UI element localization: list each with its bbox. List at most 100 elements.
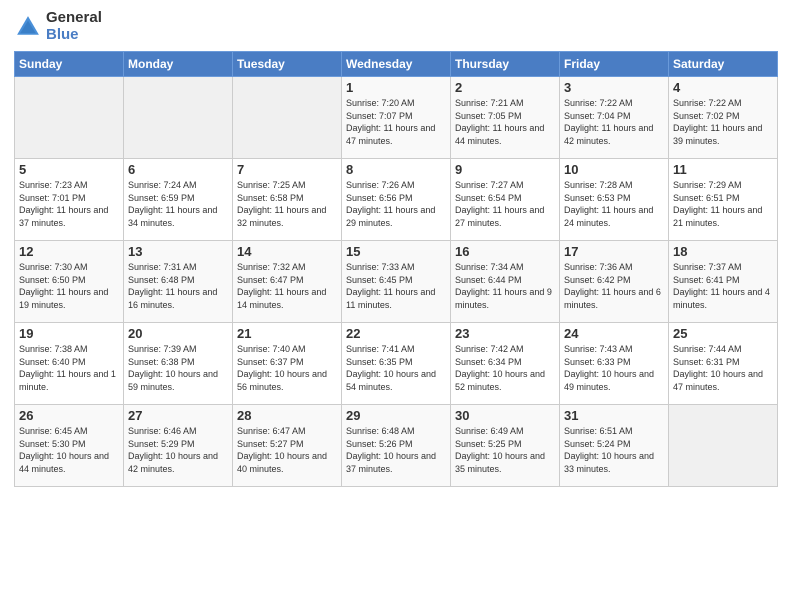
day-content: Sunrise: 7:32 AM Sunset: 6:47 PM Dayligh… xyxy=(237,261,337,311)
day-number: 28 xyxy=(237,408,337,423)
day-content: Sunrise: 7:40 AM Sunset: 6:37 PM Dayligh… xyxy=(237,343,337,393)
day-content: Sunrise: 7:31 AM Sunset: 6:48 PM Dayligh… xyxy=(128,261,228,311)
day-content: Sunrise: 7:38 AM Sunset: 6:40 PM Dayligh… xyxy=(19,343,119,393)
day-content: Sunrise: 7:36 AM Sunset: 6:42 PM Dayligh… xyxy=(564,261,664,311)
day-content: Sunrise: 7:26 AM Sunset: 6:56 PM Dayligh… xyxy=(346,179,446,229)
calendar-cell: 21 Sunrise: 7:40 AM Sunset: 6:37 PM Dayli… xyxy=(233,323,342,405)
day-number: 2 xyxy=(455,80,555,95)
calendar-cell: 16 Sunrise: 7:34 AM Sunset: 6:44 PM Dayli… xyxy=(451,241,560,323)
calendar-cell: 5 Sunrise: 7:23 AM Sunset: 7:01 PM Daylig… xyxy=(15,159,124,241)
day-content: Sunrise: 7:22 AM Sunset: 7:02 PM Dayligh… xyxy=(673,97,773,147)
calendar-cell: 10Sunrise: 7:28 AM Sunset: 6:53 PM Dayli… xyxy=(560,159,669,241)
day-content: Sunrise: 6:49 AM Sunset: 5:25 PM Dayligh… xyxy=(455,425,555,475)
day-content: Sunrise: 7:22 AM Sunset: 7:04 PM Dayligh… xyxy=(564,97,664,147)
day-header-thursday: Thursday xyxy=(451,52,560,77)
day-content: Sunrise: 7:20 AM Sunset: 7:07 PM Dayligh… xyxy=(346,97,446,147)
day-number: 9 xyxy=(455,162,555,177)
calendar-cell xyxy=(233,77,342,159)
logo: General Blue xyxy=(14,10,102,43)
day-header-friday: Friday xyxy=(560,52,669,77)
day-number: 19 xyxy=(19,326,119,341)
day-content: Sunrise: 6:46 AM Sunset: 5:29 PM Dayligh… xyxy=(128,425,228,475)
day-number: 17 xyxy=(564,244,664,259)
day-number: 18 xyxy=(673,244,773,259)
day-number: 24 xyxy=(564,326,664,341)
calendar-cell: 29Sunrise: 6:48 AM Sunset: 5:26 PM Dayli… xyxy=(342,405,451,487)
calendar-cell xyxy=(669,405,778,487)
calendar-week-4: 19 Sunrise: 7:38 AM Sunset: 6:40 PM Dayli… xyxy=(15,323,778,405)
day-number: 31 xyxy=(564,408,664,423)
calendar-cell: 18 Sunrise: 7:37 AM Sunset: 6:41 PM Dayli… xyxy=(669,241,778,323)
calendar-body: 1Sunrise: 7:20 AM Sunset: 7:07 PM Daylig… xyxy=(15,77,778,487)
day-content: Sunrise: 7:39 AM Sunset: 6:38 PM Dayligh… xyxy=(128,343,228,393)
day-number: 23 xyxy=(455,326,555,341)
day-content: Sunrise: 7:25 AM Sunset: 6:58 PM Dayligh… xyxy=(237,179,337,229)
day-number: 8 xyxy=(346,162,446,177)
calendar-cell: 2 Sunrise: 7:21 AM Sunset: 7:05 PM Daylig… xyxy=(451,77,560,159)
day-content: Sunrise: 7:43 AM Sunset: 6:33 PM Dayligh… xyxy=(564,343,664,393)
calendar-cell: 19 Sunrise: 7:38 AM Sunset: 6:40 PM Dayli… xyxy=(15,323,124,405)
day-number: 22 xyxy=(346,326,446,341)
day-content: Sunrise: 7:27 AM Sunset: 6:54 PM Dayligh… xyxy=(455,179,555,229)
day-number: 27 xyxy=(128,408,228,423)
day-content: Sunrise: 7:33 AM Sunset: 6:45 PM Dayligh… xyxy=(346,261,446,311)
day-number: 3 xyxy=(564,80,664,95)
header: General Blue xyxy=(14,10,778,43)
day-number: 21 xyxy=(237,326,337,341)
day-content: Sunrise: 7:23 AM Sunset: 7:01 PM Dayligh… xyxy=(19,179,119,229)
day-header-wednesday: Wednesday xyxy=(342,52,451,77)
day-content: Sunrise: 6:51 AM Sunset: 5:24 PM Dayligh… xyxy=(564,425,664,475)
day-number: 20 xyxy=(128,326,228,341)
day-content: Sunrise: 7:24 AM Sunset: 6:59 PM Dayligh… xyxy=(128,179,228,229)
calendar-cell: 23 Sunrise: 7:42 AM Sunset: 6:34 PM Dayli… xyxy=(451,323,560,405)
calendar-cell: 31 Sunrise: 6:51 AM Sunset: 5:24 PM Dayli… xyxy=(560,405,669,487)
calendar-cell: 9 Sunrise: 7:27 AM Sunset: 6:54 PM Daylig… xyxy=(451,159,560,241)
calendar-week-5: 26Sunrise: 6:45 AM Sunset: 5:30 PM Dayli… xyxy=(15,405,778,487)
day-content: Sunrise: 7:28 AM Sunset: 6:53 PM Dayligh… xyxy=(564,179,664,229)
day-number: 15 xyxy=(346,244,446,259)
logo-icon xyxy=(14,13,42,41)
day-number: 13 xyxy=(128,244,228,259)
day-number: 5 xyxy=(19,162,119,177)
calendar-table: SundayMondayTuesdayWednesdayThursdayFrid… xyxy=(14,51,778,487)
calendar-header-row: SundayMondayTuesdayWednesdayThursdayFrid… xyxy=(15,52,778,77)
calendar-cell: 24 Sunrise: 7:43 AM Sunset: 6:33 PM Dayli… xyxy=(560,323,669,405)
calendar-cell: 22 Sunrise: 7:41 AM Sunset: 6:35 PM Dayli… xyxy=(342,323,451,405)
day-content: Sunrise: 7:30 AM Sunset: 6:50 PM Dayligh… xyxy=(19,261,119,311)
day-content: Sunrise: 7:37 AM Sunset: 6:41 PM Dayligh… xyxy=(673,261,773,311)
calendar-week-1: 1Sunrise: 7:20 AM Sunset: 7:07 PM Daylig… xyxy=(15,77,778,159)
day-content: Sunrise: 7:41 AM Sunset: 6:35 PM Dayligh… xyxy=(346,343,446,393)
day-number: 11 xyxy=(673,162,773,177)
day-content: Sunrise: 7:21 AM Sunset: 7:05 PM Dayligh… xyxy=(455,97,555,147)
day-number: 14 xyxy=(237,244,337,259)
calendar-page: General Blue SundayMondayTuesdayWednesda… xyxy=(0,0,792,612)
day-header-saturday: Saturday xyxy=(669,52,778,77)
day-header-tuesday: Tuesday xyxy=(233,52,342,77)
day-number: 30 xyxy=(455,408,555,423)
day-number: 4 xyxy=(673,80,773,95)
calendar-cell: 20 Sunrise: 7:39 AM Sunset: 6:38 PM Dayli… xyxy=(124,323,233,405)
calendar-cell: 27 Sunrise: 6:46 AM Sunset: 5:29 PM Dayli… xyxy=(124,405,233,487)
day-content: Sunrise: 7:44 AM Sunset: 6:31 PM Dayligh… xyxy=(673,343,773,393)
calendar-cell: 8 Sunrise: 7:26 AM Sunset: 6:56 PM Daylig… xyxy=(342,159,451,241)
calendar-cell: 12 Sunrise: 7:30 AM Sunset: 6:50 PM Dayli… xyxy=(15,241,124,323)
day-number: 6 xyxy=(128,162,228,177)
day-number: 7 xyxy=(237,162,337,177)
calendar-cell: 30 Sunrise: 6:49 AM Sunset: 5:25 PM Dayli… xyxy=(451,405,560,487)
day-content: Sunrise: 7:42 AM Sunset: 6:34 PM Dayligh… xyxy=(455,343,555,393)
day-number: 26 xyxy=(19,408,119,423)
day-content: Sunrise: 6:48 AM Sunset: 5:26 PM Dayligh… xyxy=(346,425,446,475)
calendar-cell xyxy=(15,77,124,159)
day-header-monday: Monday xyxy=(124,52,233,77)
day-number: 25 xyxy=(673,326,773,341)
calendar-cell: 7 Sunrise: 7:25 AM Sunset: 6:58 PM Daylig… xyxy=(233,159,342,241)
calendar-cell: 14 Sunrise: 7:32 AM Sunset: 6:47 PM Dayli… xyxy=(233,241,342,323)
day-number: 16 xyxy=(455,244,555,259)
calendar-cell: 25 Sunrise: 7:44 AM Sunset: 6:31 PM Dayli… xyxy=(669,323,778,405)
day-header-sunday: Sunday xyxy=(15,52,124,77)
calendar-cell: 4 Sunrise: 7:22 AM Sunset: 7:02 PM Daylig… xyxy=(669,77,778,159)
day-number: 12 xyxy=(19,244,119,259)
calendar-cell: 15 Sunrise: 7:33 AM Sunset: 6:45 PM Dayli… xyxy=(342,241,451,323)
calendar-cell: 26Sunrise: 6:45 AM Sunset: 5:30 PM Dayli… xyxy=(15,405,124,487)
day-content: Sunrise: 7:34 AM Sunset: 6:44 PM Dayligh… xyxy=(455,261,555,311)
